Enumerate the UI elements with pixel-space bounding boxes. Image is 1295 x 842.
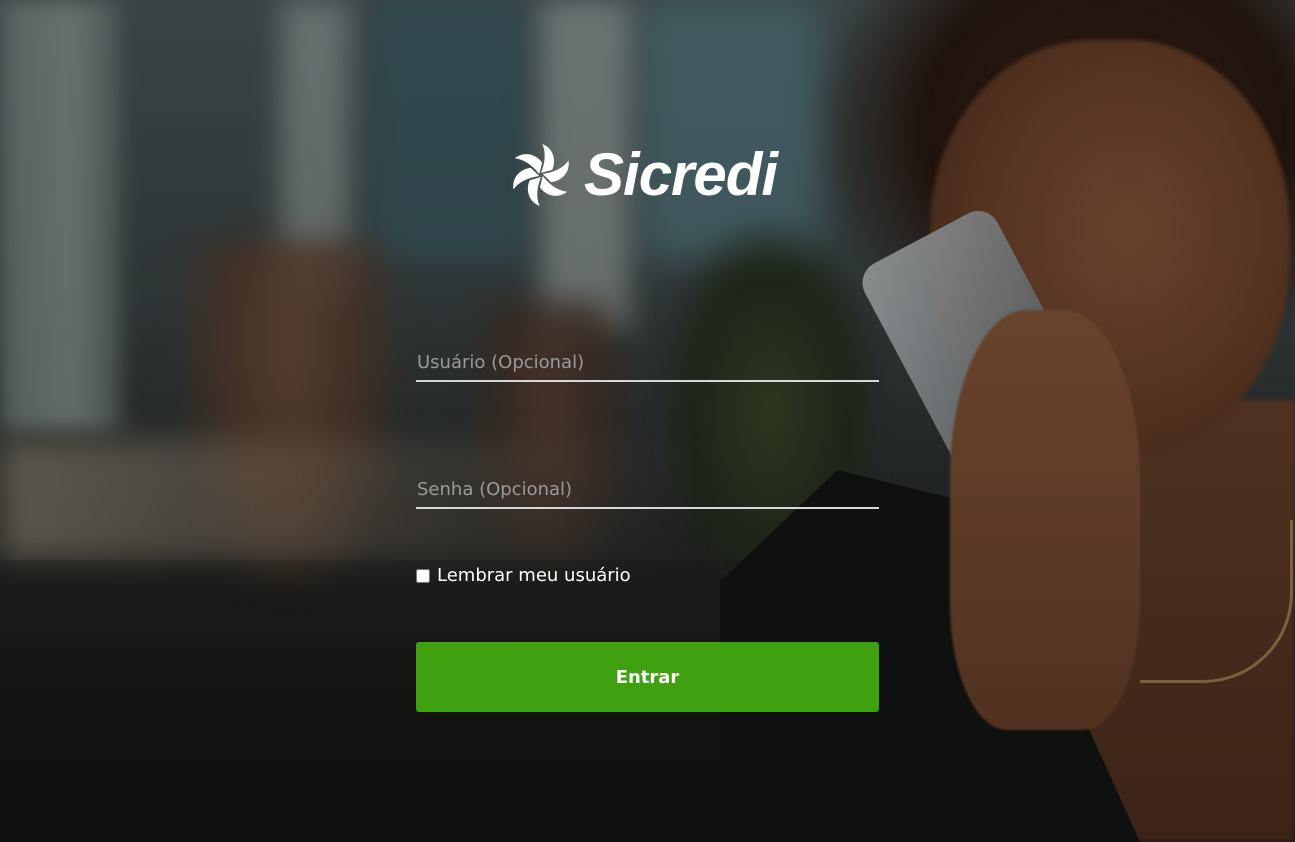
remember-user-checkbox[interactable] — [416, 568, 430, 583]
password-field-wrapper — [416, 471, 879, 509]
sicredi-swirl-icon — [513, 143, 569, 207]
username-input[interactable] — [416, 344, 879, 380]
brand-logo: Sicredi — [508, 140, 778, 210]
login-button[interactable]: Entrar — [416, 642, 879, 712]
username-field-wrapper — [416, 344, 879, 382]
remember-user: Lembrar meu usuário — [416, 565, 631, 586]
login-page: Sicredi Lembrar meu usuário Entrar — [0, 0, 1295, 842]
brand-name: Sicredi — [584, 141, 778, 208]
background-overlay — [0, 0, 1295, 842]
remember-user-label[interactable]: Lembrar meu usuário — [437, 565, 631, 586]
password-input[interactable] — [416, 471, 879, 507]
